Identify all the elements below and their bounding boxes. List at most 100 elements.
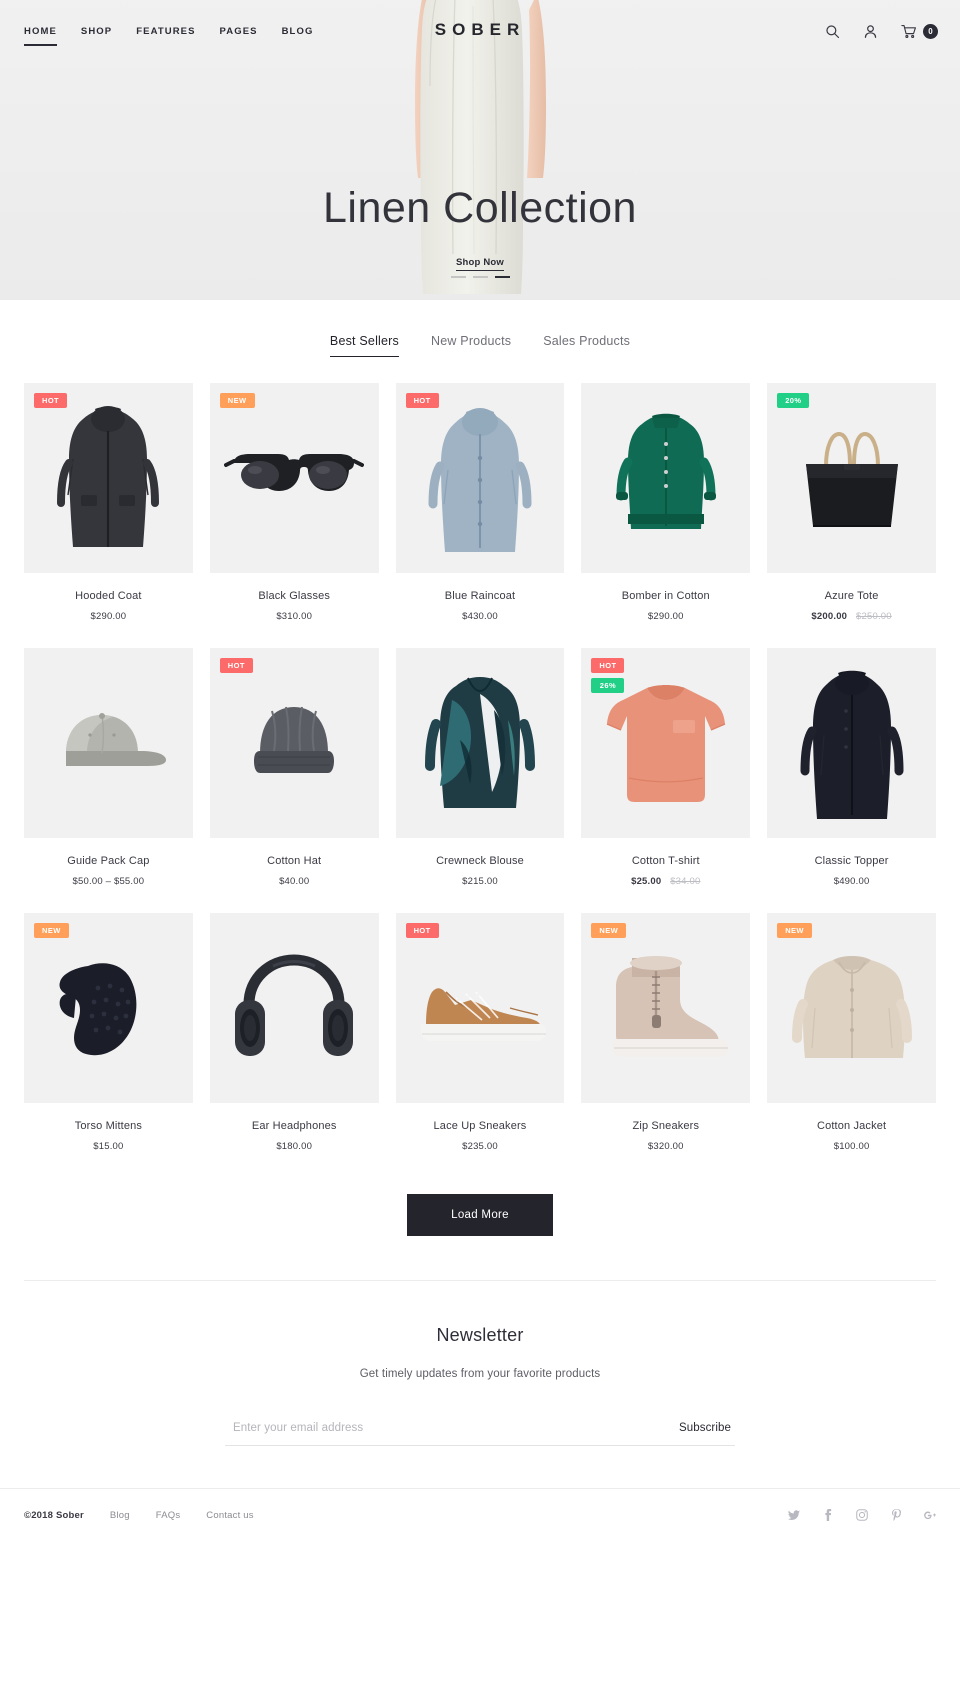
newsletter-subtitle: Get timely updates from your favorite pr… xyxy=(359,1368,601,1380)
product-current-price: $50.00 – $55.00 xyxy=(72,876,145,887)
product-image[interactable] xyxy=(581,383,751,573)
google-plus-icon[interactable] xyxy=(924,1509,936,1521)
tab-new-products[interactable]: New Products xyxy=(431,334,511,357)
product-badge: HOT xyxy=(405,923,439,938)
product-image[interactable] xyxy=(209,913,379,1103)
product-image[interactable] xyxy=(767,648,936,838)
user-icon[interactable] xyxy=(861,22,880,41)
product-badges: NEW xyxy=(219,393,255,408)
product-image[interactable]: NEW xyxy=(767,913,936,1103)
product-name[interactable]: Classic Topper xyxy=(767,855,936,867)
carousel-dot-1[interactable] xyxy=(450,276,466,278)
product-current-price: $200.00 xyxy=(811,611,848,622)
product-name[interactable]: Azure Tote xyxy=(767,590,936,602)
product-price: $235.00 xyxy=(396,1141,565,1152)
product-current-price: $235.00 xyxy=(462,1141,498,1152)
footer-link-blog[interactable]: Blog xyxy=(110,1510,130,1521)
hero-banner: HOME SHOP FEATURES PAGES BLOG SOBER 0 Li… xyxy=(0,0,960,300)
newsletter-title: Newsletter xyxy=(436,1325,524,1345)
tab-label: Sales Products xyxy=(543,334,631,348)
product-image[interactable]: HOT xyxy=(209,648,379,838)
tab-best-sellers[interactable]: Best Sellers xyxy=(329,334,400,357)
product-current-price: $180.00 xyxy=(276,1141,313,1152)
product-badge: NEW xyxy=(777,923,812,938)
product-image[interactable]: HOT xyxy=(395,913,565,1103)
product-filter-tabs: Best Sellers New Products Sales Products xyxy=(0,300,960,357)
product-image[interactable] xyxy=(395,648,565,838)
nav-item-shop[interactable]: SHOP xyxy=(81,26,136,37)
site-header: HOME SHOP FEATURES PAGES BLOG SOBER 0 xyxy=(0,0,960,62)
product-name[interactable]: Hooded Coat xyxy=(24,590,193,602)
product-card: NEW Torso Mittens $15.00 xyxy=(24,913,193,1152)
product-badges: HOT xyxy=(34,393,68,408)
product-badge: HOT xyxy=(219,658,253,673)
tab-sales-products[interactable]: Sales Products xyxy=(543,334,630,357)
product-badges: NEW xyxy=(591,923,627,938)
nav-item-home[interactable]: HOME xyxy=(24,26,81,46)
product-price: $100.00 xyxy=(767,1141,936,1152)
twitter-icon[interactable] xyxy=(788,1509,800,1521)
product-badges: HOT 26% xyxy=(591,658,625,693)
nav-item-features[interactable]: FEATURES xyxy=(136,26,219,37)
product-badges: NEW xyxy=(34,923,69,938)
newsletter-form: Subscribe xyxy=(225,1422,735,1446)
product-badges: NEW xyxy=(777,923,812,938)
product-name[interactable]: Cotton T-shirt xyxy=(581,855,750,867)
nav-label: SHOP xyxy=(80,25,113,37)
product-image[interactable]: HOT xyxy=(395,383,565,573)
site-footer: ©2018 Sober Blog FAQs Contact us xyxy=(0,1488,960,1543)
product-name[interactable]: Bomber in Cotton xyxy=(581,590,750,602)
product-price: $40.00 xyxy=(210,876,379,887)
nav-item-blog[interactable]: BLOG xyxy=(282,26,338,37)
product-name[interactable]: Guide Pack Cap xyxy=(24,855,193,867)
product-name[interactable]: Zip Sneakers xyxy=(581,1120,750,1132)
search-icon[interactable] xyxy=(823,22,842,41)
product-price: $430.00 xyxy=(396,611,565,622)
product-image[interactable]: 20% xyxy=(767,383,936,573)
product-badges: HOT xyxy=(405,393,439,408)
product-badge: 20% xyxy=(777,393,810,408)
product-current-price: $320.00 xyxy=(647,1141,684,1152)
cart-button[interactable]: 0 xyxy=(899,22,938,41)
instagram-icon[interactable] xyxy=(856,1509,868,1521)
nav-label: FEATURES xyxy=(136,25,196,37)
newsletter-email-input[interactable] xyxy=(225,1422,661,1434)
facebook-icon[interactable] xyxy=(822,1509,834,1521)
newsletter-subscribe-button[interactable]: Subscribe xyxy=(661,1422,735,1434)
product-old-price: $34.00 xyxy=(670,876,701,887)
product-current-price: $15.00 xyxy=(93,1141,124,1152)
product-name[interactable]: Black Glasses xyxy=(210,590,379,602)
product-badge: HOT xyxy=(34,393,68,408)
footer-link-contact-us[interactable]: Contact us xyxy=(206,1510,253,1521)
product-name[interactable]: Torso Mittens xyxy=(24,1120,193,1132)
carousel-dot-3[interactable] xyxy=(494,276,510,278)
product-discount-badge: 26% xyxy=(591,678,625,693)
product-image[interactable] xyxy=(24,648,193,838)
tab-label: Best Sellers xyxy=(329,334,399,348)
product-name[interactable]: Cotton Hat xyxy=(210,855,379,867)
product-name[interactable]: Crewneck Blouse xyxy=(396,855,565,867)
product-image[interactable]: NEW xyxy=(24,913,193,1103)
product-name[interactable]: Cotton Jacket xyxy=(767,1120,936,1132)
product-grid: HOT Hooded Coat $290.00 NEW Black Glasse… xyxy=(0,357,960,1178)
product-name[interactable]: Lace Up Sneakers xyxy=(396,1120,565,1132)
hero-title: Linen Collection xyxy=(323,184,637,232)
product-image[interactable]: HOT xyxy=(24,383,193,573)
product-card: HOT 26% Cotton T-shirt $25.00 $34.00 xyxy=(581,648,751,887)
product-image[interactable]: HOT 26% xyxy=(581,648,751,838)
product-name[interactable]: Blue Raincoat xyxy=(396,590,565,602)
product-card: 20% Azure Tote $200.00 $250.00 xyxy=(767,383,936,622)
load-more-container: Load More xyxy=(0,1178,960,1236)
footer-link-faqs[interactable]: FAQs xyxy=(156,1510,181,1521)
product-image[interactable]: NEW xyxy=(581,913,751,1103)
pinterest-icon[interactable] xyxy=(890,1509,902,1521)
product-name[interactable]: Ear Headphones xyxy=(210,1120,379,1132)
product-badge: NEW xyxy=(591,923,627,938)
carousel-dot-2[interactable] xyxy=(472,276,488,278)
product-card: Guide Pack Cap $50.00 – $55.00 xyxy=(24,648,193,887)
product-image[interactable]: NEW xyxy=(209,383,379,573)
nav-item-pages[interactable]: PAGES xyxy=(220,26,282,37)
product-badge: HOT xyxy=(405,393,439,408)
load-more-button[interactable]: Load More xyxy=(407,1194,553,1236)
hero-cta[interactable]: Shop Now xyxy=(0,252,960,271)
